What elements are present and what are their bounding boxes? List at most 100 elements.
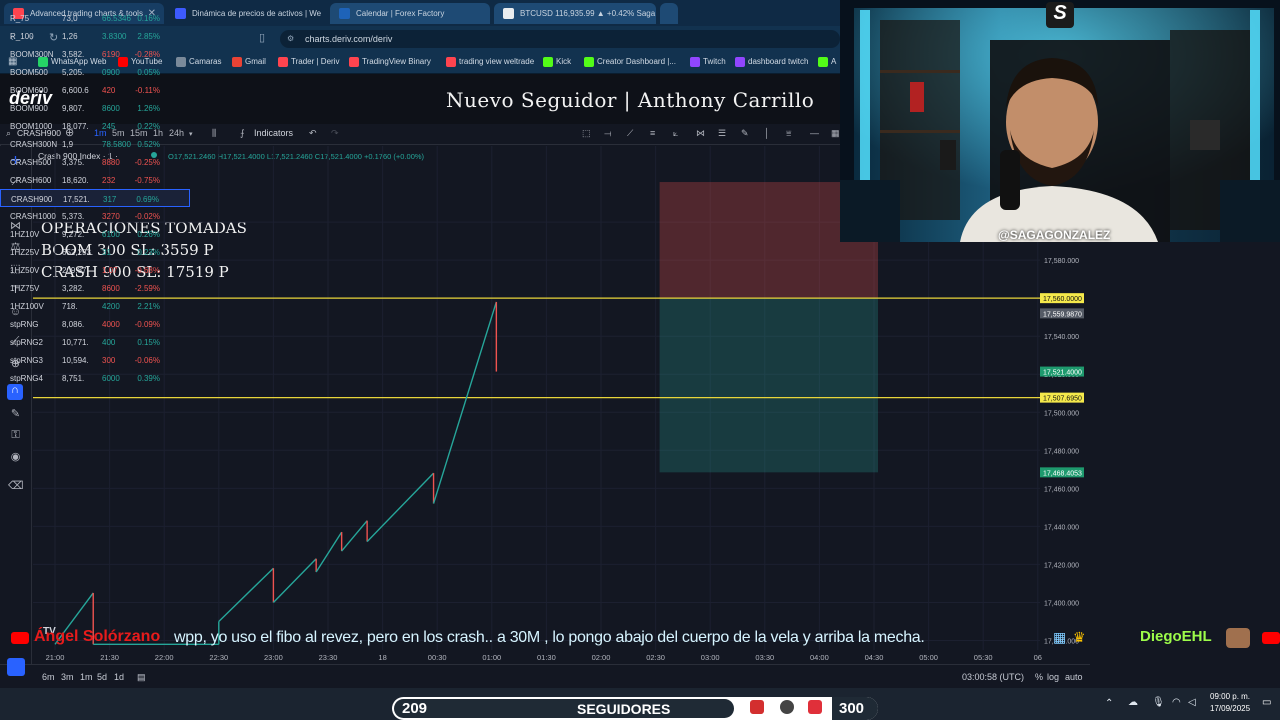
watchlist-row[interactable]: BOOM1000 18,077. 245 0.22% [0, 117, 190, 135]
utc-clock[interactable]: 03:00:58 (UTC) [962, 672, 1024, 682]
new-tab-button[interactable] [660, 3, 678, 24]
watchlist-symbol: CRASH1000 [10, 212, 56, 221]
watchlist-row[interactable]: CRASH600 18,620. 232 -0.75% [0, 171, 190, 189]
bookmark-label: Creator Dashboard |... [597, 57, 677, 66]
obs-icon[interactable] [780, 700, 794, 714]
horizontal-ray-icon[interactable]: ⟞ [604, 128, 611, 139]
taskbar-date[interactable]: 17/09/2025 [1210, 704, 1250, 713]
bookmark-label: TradingView Binary [362, 57, 431, 66]
bookmark-item[interactable]: A [818, 57, 836, 67]
bookmark-item[interactable]: dashboard twitch [735, 57, 808, 67]
watchlist-row[interactable]: 1HZ100V 718. 4200 2.21% [0, 297, 190, 315]
bookmark-item[interactable]: Creator Dashboard |... [584, 57, 677, 67]
bookmark-item[interactable]: Twitch [690, 57, 726, 67]
watchlist-price: 652,253. [62, 248, 94, 257]
vertical-line-icon[interactable]: │ [764, 128, 770, 138]
wifi-icon[interactable]: ◠ [1172, 697, 1181, 708]
watchlist-price: 8,751. [62, 374, 85, 383]
range-3m[interactable]: 3m [61, 672, 74, 682]
notifications-icon[interactable]: ▭ [1262, 697, 1271, 708]
bookmark-favicon-icon [584, 57, 594, 67]
table-icon[interactable]: ▦ [831, 128, 840, 139]
range-6m[interactable]: 6m [42, 672, 55, 682]
site-info-icon[interactable]: ⚙ [287, 34, 294, 43]
time-tick-label: 21:00 [46, 653, 65, 662]
trend-line-icon[interactable]: ⟋ [627, 128, 633, 139]
time-axis[interactable]: 21:00 21:30 22:00 22:30 23:00 23:30 18 00:30 01:… [33, 650, 1090, 664]
indicators-button[interactable]: Indicators [254, 128, 293, 138]
select-tool-icon[interactable]: ⬚ [582, 128, 591, 139]
log-toggle[interactable]: log [1047, 672, 1059, 682]
watchlist-row[interactable]: R_100 1,26 3.8300 2.85% [0, 27, 190, 45]
chart-type-icon[interactable]: ⫼ [212, 128, 216, 139]
indicators-icon[interactable]: ⨍ [240, 128, 245, 139]
range-5d[interactable]: 5d [97, 672, 107, 682]
brave-icon[interactable] [750, 700, 764, 714]
watchlist-row[interactable]: CRASH1000 5,373. 3270 -0.02% [0, 207, 190, 225]
watchlist-row[interactable]: BOOM500 5,205. 0900 0.05% [0, 63, 190, 81]
time-tick-label: 01:30 [537, 653, 556, 662]
youtube-icon [11, 632, 29, 644]
watchlist-row[interactable]: 1HZ10V 9,272. 6100 0.26% [0, 225, 190, 243]
bookmark-item[interactable]: TradingView Binary [349, 57, 431, 67]
horizontal-line-icon[interactable]: — [810, 128, 819, 138]
bookmark-item[interactable]: Trader | Deriv [278, 57, 339, 67]
watchlist-change: 0.15% [137, 338, 160, 347]
pattern-tool-icon[interactable]: ⟀ [673, 128, 678, 139]
watchlist-row[interactable]: stpRNG4 8,751. 6000 0.39% [0, 369, 190, 387]
watchlist-price-decimals: 6000 [102, 374, 120, 383]
watchlist-row[interactable]: stpRNG3 10,594. 300 -0.06% [0, 351, 190, 369]
lock-icon[interactable]: ⚿ [8, 429, 23, 442]
watchlist-row[interactable]: BOOM300N 3,582. 6190 -0.28% [0, 45, 190, 63]
watchlist-change: 0.26% [137, 230, 160, 239]
watchlist-row[interactable]: CRASH900 17,521. 317 0.69% [0, 189, 190, 207]
watchlist-row[interactable]: stpRNG2 10,771. 400 0.15% [0, 333, 190, 351]
watchlist-row[interactable]: BOOM600 6,600.6 420 -0.11% [0, 81, 190, 99]
chevron-up-icon[interactable]: ⌃ [1105, 698, 1113, 709]
watchlist-row[interactable]: BOOM900 9,807. 8600 1.26% [0, 99, 190, 117]
bookmark-icon[interactable]: ▯ [259, 31, 265, 44]
undo-icon[interactable]: ↶ [309, 128, 317, 139]
parallel-channel-icon[interactable]: ⩸ [786, 128, 791, 139]
watchlist-row[interactable]: R_75 73,0 66.5346 0.16% [0, 9, 190, 27]
taskbar-time[interactable]: 09:00 p. m. [1210, 692, 1250, 701]
fib-tool-icon[interactable]: ☰ [718, 128, 726, 139]
watchlist-row[interactable]: 1HZ25V 652,253. 31 0.23% [0, 243, 190, 261]
xabcd-tool-icon[interactable]: ⋈ [696, 128, 705, 139]
browser-tab-2[interactable]: Calendar | Forex Factory [330, 3, 490, 24]
redo-icon[interactable]: ↷ [331, 128, 339, 139]
watchlist-change: -0.25% [134, 158, 160, 167]
browser-tab-3[interactable]: BTCUSD 116,935.99 ▲ +0.42% Saga [494, 3, 656, 24]
brush-icon[interactable]: ✎ [741, 128, 749, 139]
draw-mode-icon[interactable]: ✎ [8, 407, 23, 420]
deriv-taskbar-icon[interactable] [808, 700, 822, 714]
eye-icon[interactable]: ◉ [8, 450, 23, 463]
microphone-icon[interactable]: 🎙 [1152, 697, 1165, 708]
percent-toggle[interactable]: % [1035, 672, 1043, 682]
watchlist-symbol: BOOM1000 [10, 122, 53, 131]
watchlist-row[interactable]: CRASH500 3,375. 8880 -0.25% [0, 153, 190, 171]
watchlist-symbol: BOOM300N [10, 50, 54, 59]
watchlist-row[interactable]: 1HZ50V 209,87 1.07 -0.68% [0, 261, 190, 279]
range-1d[interactable]: 1d [114, 672, 124, 682]
watchlist-row[interactable]: stpRNG 8,086. 4000 -0.09% [0, 315, 190, 333]
watchlist-row[interactable]: CRASH300N 1,9 78.5800 0.52% [0, 135, 190, 153]
bookmark-favicon-icon [278, 57, 288, 67]
deriv-app-icon[interactable] [7, 658, 25, 676]
price-tick-label: 17,440.000 [1044, 524, 1079, 531]
bookmark-item[interactable]: trading view weltrade [446, 57, 534, 67]
date-range-icon[interactable]: ▤ [137, 672, 146, 683]
watchlist-symbol: CRASH500 [10, 158, 52, 167]
bookmark-item[interactable]: Gmail [232, 57, 266, 67]
auto-toggle[interactable]: auto [1065, 672, 1083, 682]
bookmark-item[interactable]: Kick [543, 57, 571, 67]
channel-tool-icon[interactable]: ≡ [650, 128, 655, 138]
volume-icon[interactable]: ◁ [1188, 697, 1196, 708]
browser-tab-1[interactable]: Dinámica de precios de activos | We [166, 3, 326, 24]
watchlist-change: 0.22% [137, 122, 160, 131]
range-1m[interactable]: 1m [80, 672, 93, 682]
trash-icon[interactable]: ⌫ [8, 479, 24, 492]
url-field[interactable]: ⚙ charts.deriv.com/deriv [280, 30, 840, 48]
network-icon[interactable]: ☁ [1128, 697, 1138, 708]
watchlist-row[interactable]: 1HZ75V 3,282. 8600 -2.59% [0, 279, 190, 297]
